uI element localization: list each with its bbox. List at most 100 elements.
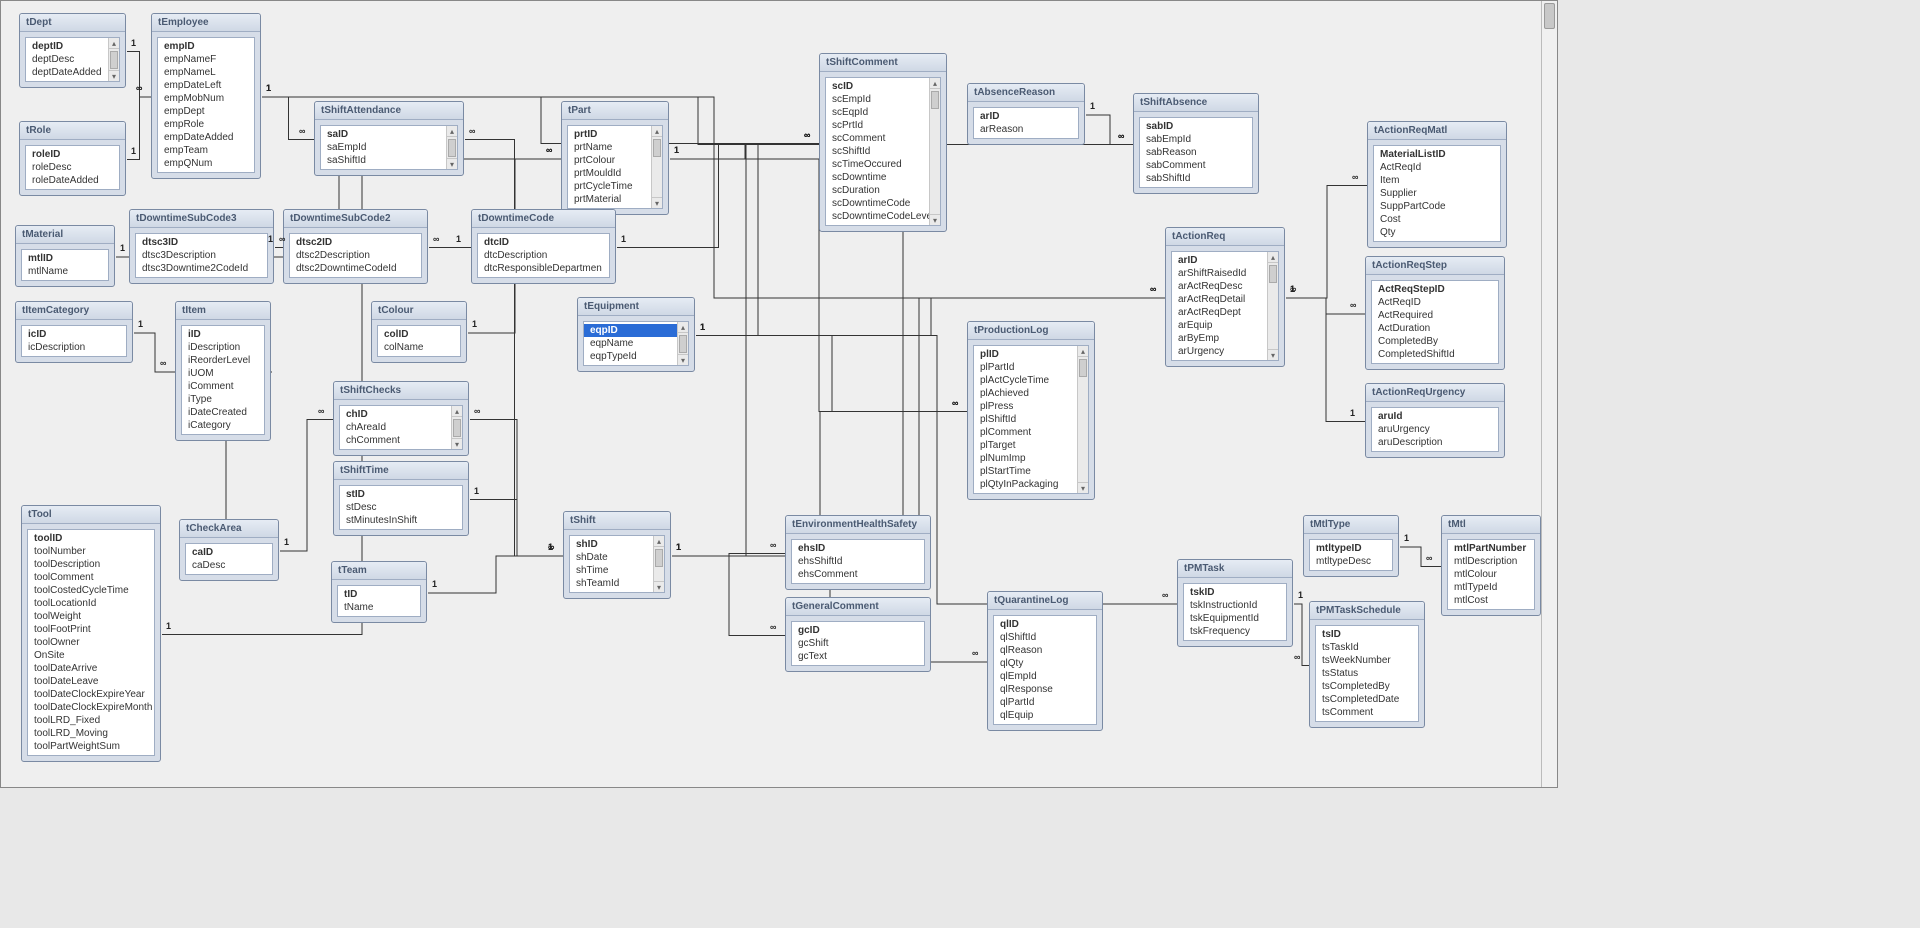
column-plID[interactable]: plID bbox=[974, 348, 1088, 361]
column-deptDateAdded[interactable]: deptDateAdded bbox=[26, 66, 119, 79]
column-scPrtId[interactable]: scPrtId bbox=[826, 119, 940, 132]
table-title[interactable]: tProductionLog bbox=[968, 322, 1094, 340]
table-title[interactable]: tPMTaskSchedule bbox=[1310, 602, 1424, 620]
relation-tPMTask-tPMTaskSchedule[interactable] bbox=[1294, 604, 1310, 666]
column-toolPartWeightSum[interactable]: toolPartWeightSum bbox=[28, 740, 154, 753]
table-tItemCategory[interactable]: tItemCategoryicIDicDescription bbox=[15, 301, 133, 363]
column-ehsID[interactable]: ehsID bbox=[792, 542, 924, 555]
column-tskEquipmentId[interactable]: tskEquipmentId bbox=[1184, 612, 1286, 625]
column-toolWeight[interactable]: toolWeight bbox=[28, 610, 154, 623]
table-tActionReqMatl[interactable]: tActionReqMatlMaterialListIDActReqIdItem… bbox=[1367, 121, 1507, 248]
column-qlPartId[interactable]: qlPartId bbox=[994, 696, 1096, 709]
column-qlEquip[interactable]: qlEquip bbox=[994, 709, 1096, 722]
column-dtsc2ID[interactable]: dtsc2ID bbox=[290, 236, 421, 249]
scroll-thumb[interactable] bbox=[931, 91, 939, 109]
table-title[interactable]: tTool bbox=[22, 506, 160, 524]
column-empDateAdded[interactable]: empDateAdded bbox=[158, 131, 254, 144]
column-eqpName[interactable]: eqpName bbox=[584, 337, 688, 350]
column-colName[interactable]: colName bbox=[378, 341, 460, 354]
column-prtName[interactable]: prtName bbox=[568, 141, 662, 154]
column-sabShiftId[interactable]: sabShiftId bbox=[1140, 172, 1252, 185]
column-mtlColour[interactable]: mtlColour bbox=[1448, 568, 1534, 581]
table-tAbsenceReason[interactable]: tAbsenceReasonarIDarReason bbox=[967, 83, 1085, 145]
column-mtlDescription[interactable]: mtlDescription bbox=[1448, 555, 1534, 568]
table-tShiftAbsence[interactable]: tShiftAbsencesabIDsabEmpIdsabReasonsabCo… bbox=[1133, 93, 1259, 194]
column-qlEmpId[interactable]: qlEmpId bbox=[994, 670, 1096, 683]
table-tMaterial[interactable]: tMaterialmtlIDmtlName bbox=[15, 225, 115, 287]
column-qlQty[interactable]: qlQty bbox=[994, 657, 1096, 670]
list-scrollbar[interactable]: ▴▾ bbox=[1077, 346, 1088, 493]
relation-tShiftChecks-tCheckArea[interactable] bbox=[280, 420, 334, 552]
column-mtlPartNumber[interactable]: mtlPartNumber bbox=[1448, 542, 1534, 555]
scroll-up-icon[interactable]: ▴ bbox=[930, 78, 940, 89]
column-plTarget[interactable]: plTarget bbox=[974, 439, 1088, 452]
scroll-up-icon[interactable]: ▴ bbox=[654, 536, 664, 547]
column-sabEmpId[interactable]: sabEmpId bbox=[1140, 133, 1252, 146]
column-caID[interactable]: caID bbox=[186, 546, 272, 559]
column-empNameF[interactable]: empNameF bbox=[158, 53, 254, 66]
column-arActReqDept[interactable]: arActReqDept bbox=[1172, 306, 1278, 319]
column-icDescription[interactable]: icDescription bbox=[22, 341, 126, 354]
column-iID[interactable]: iID bbox=[182, 328, 264, 341]
column-prtCycleTime[interactable]: prtCycleTime bbox=[568, 180, 662, 193]
table-title[interactable]: tActionReqMatl bbox=[1368, 122, 1506, 140]
relation-tAbsenceReason-tShiftAbsence[interactable] bbox=[1086, 115, 1134, 145]
list-scrollbar[interactable]: ▴▾ bbox=[108, 38, 119, 81]
table-title[interactable]: tPMTask bbox=[1178, 560, 1292, 578]
column-Qty[interactable]: Qty bbox=[1374, 226, 1500, 239]
column-scEqpId[interactable]: scEqpId bbox=[826, 106, 940, 119]
list-scrollbar[interactable]: ▴▾ bbox=[1267, 252, 1278, 360]
column-scDuration[interactable]: scDuration bbox=[826, 184, 940, 197]
column-arActReqDesc[interactable]: arActReqDesc bbox=[1172, 280, 1278, 293]
column-saShiftId[interactable]: saShiftId bbox=[321, 154, 457, 167]
column-dtsc3ID[interactable]: dtsc3ID bbox=[136, 236, 267, 249]
column-chID[interactable]: chID bbox=[340, 408, 462, 421]
table-title[interactable]: tMtlType bbox=[1304, 516, 1398, 534]
table-title[interactable]: tDowntimeCode bbox=[472, 210, 615, 228]
column-toolFootPrint[interactable]: toolFootPrint bbox=[28, 623, 154, 636]
relation-tMtlType-tMtl[interactable] bbox=[1400, 547, 1442, 567]
column-CompletedBy[interactable]: CompletedBy bbox=[1372, 335, 1498, 348]
table-title[interactable]: tMaterial bbox=[16, 226, 114, 244]
table-tProductionLog[interactable]: tProductionLogplIDplPartIdplActCycleTime… bbox=[967, 321, 1095, 500]
column-iType[interactable]: iType bbox=[182, 393, 264, 406]
column-iCategory[interactable]: iCategory bbox=[182, 419, 264, 432]
table-tDept[interactable]: tDeptdeptIDdeptDescdeptDateAdded▴▾ bbox=[19, 13, 126, 88]
column-qlReason[interactable]: qlReason bbox=[994, 644, 1096, 657]
column-tskInstructionId[interactable]: tskInstructionId bbox=[1184, 599, 1286, 612]
column-mtlCost[interactable]: mtlCost bbox=[1448, 594, 1534, 607]
scroll-thumb[interactable] bbox=[1269, 265, 1277, 283]
column-plPress[interactable]: plPress bbox=[974, 400, 1088, 413]
column-shTime[interactable]: shTime bbox=[570, 564, 664, 577]
column-qlShiftId[interactable]: qlShiftId bbox=[994, 631, 1096, 644]
column-ActRequired[interactable]: ActRequired bbox=[1372, 309, 1498, 322]
column-plAchieved[interactable]: plAchieved bbox=[974, 387, 1088, 400]
column-arByEmp[interactable]: arByEmp bbox=[1172, 332, 1278, 345]
table-title[interactable]: tItem bbox=[176, 302, 270, 320]
column-ActDuration[interactable]: ActDuration bbox=[1372, 322, 1498, 335]
column-stMinutesInShift[interactable]: stMinutesInShift bbox=[340, 514, 462, 527]
column-ActReqID[interactable]: ActReqID bbox=[1372, 296, 1498, 309]
list-scrollbar[interactable]: ▴▾ bbox=[653, 536, 664, 592]
column-qlResponse[interactable]: qlResponse bbox=[994, 683, 1096, 696]
column-qlID[interactable]: qlID bbox=[994, 618, 1096, 631]
column-arUrgency[interactable]: arUrgency bbox=[1172, 345, 1278, 358]
scroll-thumb[interactable] bbox=[453, 419, 461, 437]
column-chAreaId[interactable]: chAreaId bbox=[340, 421, 462, 434]
column-toolNumber[interactable]: toolNumber bbox=[28, 545, 154, 558]
table-title[interactable]: tGeneralComment bbox=[786, 598, 930, 616]
column-toolDateClockExpireYear[interactable]: toolDateClockExpireYear bbox=[28, 688, 154, 701]
column-arID[interactable]: arID bbox=[1172, 254, 1278, 267]
list-scrollbar[interactable]: ▴▾ bbox=[651, 126, 662, 208]
column-plQtyInPackaging[interactable]: plQtyInPackaging bbox=[974, 478, 1088, 491]
column-aruDescription[interactable]: aruDescription bbox=[1372, 436, 1498, 449]
table-title[interactable]: tShiftAttendance bbox=[315, 102, 463, 120]
column-scEmpId[interactable]: scEmpId bbox=[826, 93, 940, 106]
column-toolLocationId[interactable]: toolLocationId bbox=[28, 597, 154, 610]
column-eqpID[interactable]: eqpID bbox=[584, 324, 688, 337]
column-OnSite[interactable]: OnSite bbox=[28, 649, 154, 662]
column-empDept[interactable]: empDept bbox=[158, 105, 254, 118]
column-dtsc3Description[interactable]: dtsc3Description bbox=[136, 249, 267, 262]
list-scrollbar[interactable]: ▴▾ bbox=[451, 406, 462, 449]
table-title[interactable]: tMtl bbox=[1442, 516, 1540, 534]
